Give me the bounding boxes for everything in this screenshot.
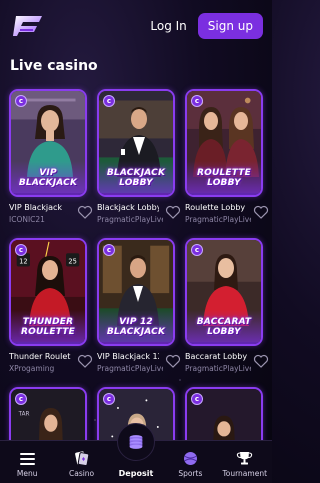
signup-button[interactable]: Sign up [197, 13, 263, 39]
provider-badge-icon: c [15, 393, 27, 405]
nav-menu[interactable]: Menu [0, 451, 54, 478]
game-name: VIP Blackjack 12 [97, 352, 159, 361]
nav-casino[interactable]: Casino [55, 451, 109, 478]
game-art-title: VIP BLACKJACK [18, 168, 78, 188]
game-provider: PragmaticPlayLive [97, 364, 163, 373]
game-tile[interactable]: c VIP BLACKJACK VIP Blackjack ICONIC21 [9, 89, 93, 224]
brand-logo-icon[interactable] [12, 13, 44, 39]
trophy-icon [237, 452, 253, 465]
game-thumbnail[interactable]: c BACCARAT LOBBY [185, 238, 263, 346]
section-title: Live casino [10, 58, 98, 74]
heart-icon[interactable] [165, 353, 181, 369]
heart-icon[interactable] [165, 204, 181, 220]
game-thumbnail[interactable]: c ROULETTE LOBBY [185, 89, 263, 197]
nav-menu-label: Menu [16, 469, 38, 478]
provider-badge-icon: c [191, 393, 203, 405]
heart-icon[interactable] [77, 353, 93, 369]
game-art-title: BACCARAT LOBBY [196, 317, 252, 337]
heart-icon[interactable] [77, 204, 93, 220]
game-tile[interactable]: c BLACKJACK LOBBY Blackjack Lobby Pragma… [97, 89, 181, 224]
game-art-title: VIP 12 BLACKJACK [106, 317, 166, 337]
top-header: Log In Sign up [0, 0, 272, 52]
cards-icon [75, 451, 90, 466]
game-provider: PragmaticPlayLive [185, 215, 251, 224]
game-provider: ICONIC21 [9, 215, 45, 224]
heart-icon[interactable] [253, 204, 269, 220]
game-thumbnail[interactable]: c BLACKJACK LOBBY [97, 89, 175, 197]
game-grid: c VIP BLACKJACK VIP Blackjack ICONIC21 c [9, 89, 269, 457]
nav-deposit[interactable]: Deposit [109, 423, 163, 478]
game-tile[interactable]: c ROULETTE LOBBY Roulette Lobby Pragmati… [185, 89, 269, 224]
game-name: VIP Blackjack [9, 203, 62, 212]
game-provider: PragmaticPlayLive [185, 364, 251, 373]
login-link[interactable]: Log In [147, 15, 189, 37]
nav-tournament-label: Tournament [222, 469, 268, 478]
coins-icon [129, 435, 143, 449]
game-tile[interactable]: c BACCARAT LOBBY Baccarat Lobby Pragmati… [185, 238, 269, 373]
nav-sports-label: Sports [178, 469, 203, 478]
provider-badge-icon: c [103, 393, 115, 405]
nav-casino-label: Casino [68, 469, 95, 478]
menu-icon [19, 453, 35, 465]
game-provider: XProgaming [9, 364, 55, 373]
game-art-title: THUNDER ROULETTE [20, 317, 75, 337]
game-thumbnail[interactable]: c VIP BLACKJACK [9, 89, 87, 197]
game-name: Blackjack Lobby [97, 203, 159, 212]
game-name: Baccarat Lobby [185, 352, 247, 361]
game-thumbnail[interactable]: 12 25 c THUNDER ROULETTE [9, 238, 87, 346]
game-thumbnail[interactable]: c VIP 12 BLACKJACK [97, 238, 175, 346]
auth-actions: Log In Sign up [147, 13, 263, 39]
game-provider: PragmaticPlayLive [97, 215, 163, 224]
deposit-bubble[interactable] [116, 423, 155, 461]
svg-text:TAR: TAR [18, 412, 30, 418]
game-tile[interactable]: 12 25 c THUNDER ROULETTE Thunder Roulet.… [9, 238, 93, 373]
game-tile[interactable]: c VIP 12 BLACKJACK VIP Blackjack 12 Prag… [97, 238, 181, 373]
game-art-title: ROULETTE LOBBY [196, 168, 251, 188]
game-art-title: BLACKJACK LOBBY [106, 168, 166, 188]
nav-deposit-label: Deposit [118, 469, 154, 478]
nav-sports[interactable]: Sports [163, 451, 217, 478]
ball-icon [183, 452, 197, 465]
game-name: Thunder Roulet... [9, 352, 71, 361]
heart-icon[interactable] [253, 353, 269, 369]
game-name: Roulette Lobby [185, 203, 246, 212]
bottom-navigation: Menu Casino Deposit Sports Tournament [0, 423, 272, 483]
nav-tournament[interactable]: Tournament [218, 451, 272, 478]
